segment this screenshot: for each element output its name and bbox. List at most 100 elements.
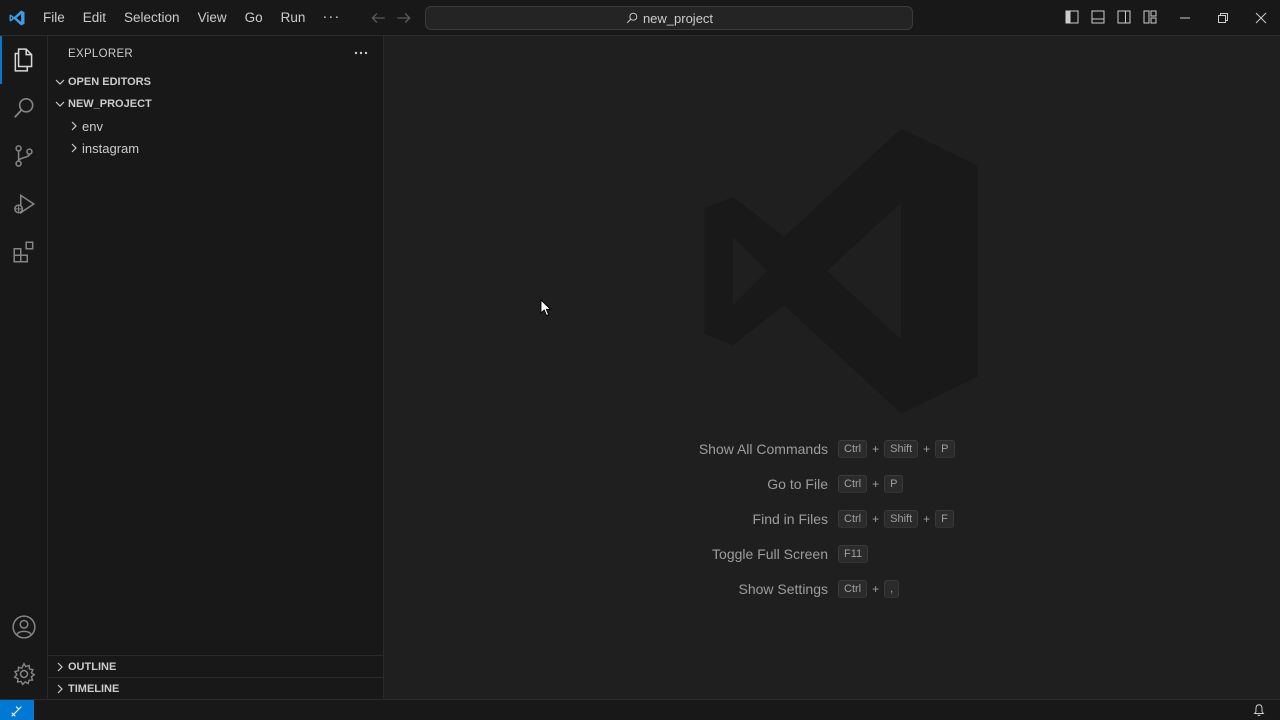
- plus-separator: +: [923, 511, 931, 526]
- project-label: NEW_PROJECT: [68, 98, 152, 110]
- shortcut-list: Show All Commands Ctrl + Shift + P Go to…: [605, 431, 1025, 606]
- folder-label: instagram: [82, 140, 140, 156]
- run-debug-icon: [14, 193, 36, 215]
- chevron-right-icon: [57, 684, 63, 693]
- toggle-primary-sidebar-icon[interactable]: [1064, 9, 1080, 25]
- forward-arrow-icon[interactable]: [395, 9, 413, 27]
- folder-instagram[interactable]: instagram: [48, 137, 383, 159]
- menu-more-button[interactable]: ···: [314, 0, 348, 36]
- activity-run-debug[interactable]: [0, 180, 48, 228]
- plus-separator: +: [872, 476, 880, 491]
- key: P: [935, 439, 955, 458]
- source-control-icon: [15, 145, 33, 167]
- vscode-watermark-logo: [704, 128, 978, 414]
- shortcut-row[interactable]: Go to File Ctrl + P: [605, 466, 1025, 501]
- shortcut-row[interactable]: Find in Files Ctrl + Shift + F: [605, 501, 1025, 536]
- sidebar-header: EXPLORER: [48, 36, 383, 71]
- remote-indicator-button[interactable]: [0, 700, 34, 720]
- menu-run[interactable]: Run: [272, 0, 315, 36]
- folder-label: env: [82, 118, 103, 134]
- gear-icon: [13, 662, 36, 686]
- close-button[interactable]: [1242, 0, 1280, 36]
- shortcut-row[interactable]: Toggle Full Screen F11: [605, 536, 1025, 571]
- shortcut-label: Show Settings: [738, 580, 829, 597]
- remote-icon: [11, 705, 22, 717]
- chevron-right-icon: [71, 121, 77, 131]
- chevron-down-icon: [55, 79, 65, 85]
- activity-extensions[interactable]: [0, 228, 48, 276]
- outline-section[interactable]: OUTLINE: [48, 655, 384, 677]
- chevron-right-icon: [71, 143, 77, 153]
- mouse-cursor-icon: [540, 299, 552, 317]
- activity-explorer[interactable]: [0, 36, 48, 84]
- notifications-bell-icon[interactable]: [1252, 703, 1266, 717]
- shortcut-label: Find in Files: [752, 510, 828, 527]
- restore-button[interactable]: [1204, 0, 1242, 36]
- key: Ctrl: [838, 474, 868, 493]
- restore-icon: [1218, 13, 1228, 23]
- editor-area[interactable]: Show All Commands Ctrl + Shift + P Go to…: [385, 36, 1280, 699]
- activity-bar: [0, 36, 48, 699]
- explorer-sidebar: EXPLORER OPEN EDITORS NEW_PROJECT env in…: [48, 36, 384, 699]
- menu-file[interactable]: File: [34, 0, 74, 36]
- activity-source-control[interactable]: [0, 132, 48, 180]
- key: F: [935, 509, 954, 528]
- title-bar: File Edit Selection View Go Run ··· new_…: [0, 0, 1280, 36]
- key: Shift: [884, 509, 919, 528]
- files-icon: [14, 48, 33, 72]
- minimize-icon: [1180, 17, 1190, 19]
- menu-selection[interactable]: Selection: [115, 0, 189, 36]
- key: Ctrl: [838, 439, 868, 458]
- keybinding: Ctrl + ,: [838, 579, 900, 598]
- menu-edit[interactable]: Edit: [74, 0, 115, 36]
- key: Ctrl: [838, 509, 868, 528]
- timeline-section[interactable]: TIMELINE: [48, 677, 384, 699]
- customize-layout-icon[interactable]: [1142, 9, 1158, 25]
- close-icon: [1255, 12, 1267, 24]
- keybinding: F11: [838, 544, 869, 563]
- plus-separator: +: [872, 581, 880, 596]
- key: Ctrl: [838, 579, 868, 598]
- activity-manage[interactable]: [0, 650, 48, 698]
- toggle-secondary-sidebar-icon[interactable]: [1116, 9, 1132, 25]
- open-editors-section[interactable]: OPEN EDITORS: [48, 71, 383, 93]
- shortcut-label: Go to File: [767, 475, 828, 492]
- shortcut-row[interactable]: Show Settings Ctrl + ,: [605, 571, 1025, 606]
- vscode-logo-icon: [9, 10, 25, 26]
- menu-bar: File Edit Selection View Go Run ···: [34, 0, 348, 36]
- folder-env[interactable]: env: [48, 115, 383, 137]
- chevron-right-icon: [57, 662, 63, 671]
- plus-separator: +: [872, 441, 880, 456]
- search-icon: [626, 12, 638, 24]
- chevron-down-icon: [55, 101, 65, 107]
- key: F11: [838, 544, 869, 563]
- activity-accounts[interactable]: [0, 603, 48, 651]
- more-actions-icon[interactable]: [353, 45, 369, 61]
- sidebar-bottom-sections: OUTLINE TIMELINE: [48, 655, 384, 699]
- activity-search[interactable]: [0, 84, 48, 132]
- timeline-label: TIMELINE: [68, 682, 120, 695]
- plus-separator: +: [872, 511, 880, 526]
- sidebar-title: EXPLORER: [68, 47, 134, 60]
- key: Shift: [884, 439, 919, 458]
- shortcut-row[interactable]: Show All Commands Ctrl + Shift + P: [605, 431, 1025, 466]
- shortcut-label: Toggle Full Screen: [712, 545, 828, 562]
- layout-controls: [1064, 9, 1158, 25]
- key: P: [884, 474, 904, 493]
- outline-label: OUTLINE: [68, 660, 117, 673]
- open-editors-label: OPEN EDITORS: [68, 76, 151, 88]
- command-center-search[interactable]: new_project: [425, 6, 913, 30]
- project-section[interactable]: NEW_PROJECT: [48, 93, 383, 115]
- keybinding: Ctrl + Shift + P: [838, 439, 955, 458]
- extensions-icon: [13, 241, 34, 263]
- back-arrow-icon[interactable]: [369, 9, 387, 27]
- minimize-button[interactable]: [1166, 0, 1204, 36]
- menu-go[interactable]: Go: [236, 0, 272, 36]
- plus-separator: +: [923, 441, 931, 456]
- keybinding: Ctrl + Shift + F: [838, 509, 954, 528]
- toggle-panel-icon[interactable]: [1090, 9, 1106, 25]
- key: ,: [884, 579, 900, 598]
- keybinding: Ctrl + P: [838, 474, 904, 493]
- status-bar: [0, 699, 1280, 720]
- menu-view[interactable]: View: [189, 0, 236, 36]
